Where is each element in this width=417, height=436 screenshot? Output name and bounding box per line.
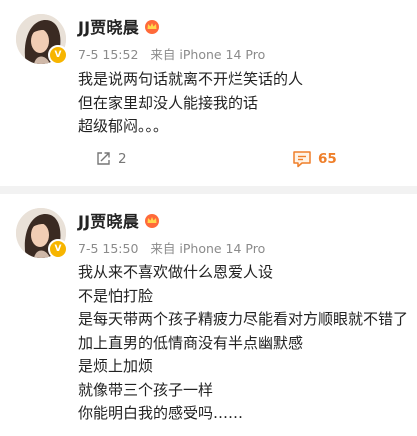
share-icon [97,152,110,165]
crown-icon [144,20,159,34]
content-line: 不是怕打脸 [78,286,154,305]
verified-badge-icon: V [48,45,68,65]
content-line: 是每天带两个孩子精疲力尽能看对方顺眼就不错了 [78,310,409,328]
verified-badge-icon: V [48,239,68,259]
content-line: 你能明白我的感受吗…… [78,404,244,422]
crown-icon [144,214,159,228]
avatar[interactable]: V [16,14,68,65]
content-line: 我从来不喜欢做什么恩爱人设 [78,263,274,281]
content-line: 就像带三个孩子一样 [78,380,214,399]
author-row: JJ贾晓晨 [78,14,161,38]
post-source: 来自 iPhone 14 Pro [150,241,266,256]
comment-icon [293,151,311,168]
content-line: 但在家里却没人能接我的话 [78,93,259,112]
content-line: 是烦上加烦 [78,357,154,375]
post-time: 7-5 15:52 [78,47,139,62]
post-meta: 7-5 15:50 来自 iPhone 14 Pro [78,238,265,257]
author-name[interactable]: JJ贾晓晨 [78,14,139,38]
weibo-post[interactable]: V JJ贾晓晨 7-5 15:52 来自 iPhone 14 Pro 我是说两句… [0,0,417,186]
post-time: 7-5 15:50 [78,241,139,256]
author-row: JJ贾晓晨 [78,208,161,232]
post-separator [0,186,417,194]
comment-count: 65 [318,151,337,167]
content-line: 加上直男的低情商没有半点幽默感 [78,333,304,352]
weibo-post[interactable]: V JJ贾晓晨 7-5 15:50 来自 iPhone 14 Pro 我从来不喜… [0,194,417,436]
post-content: 我是说两句话就离不开烂笑话的人 但在家里却没人能接我的话 超级郁闷。。。 [78,68,408,139]
content-line: 超级郁闷。。。 [78,117,169,135]
content-line: 我是说两句话就离不开烂笑话的人 [78,70,304,88]
comment-button[interactable]: 65 [292,150,337,168]
action-bar: 2 65 [78,150,408,172]
post-meta: 7-5 15:52 来自 iPhone 14 Pro [78,44,265,63]
share-button[interactable]: 2 [95,150,127,167]
avatar[interactable]: V [16,208,68,259]
author-name[interactable]: JJ贾晓晨 [78,208,139,232]
post-source: 来自 iPhone 14 Pro [150,47,266,62]
share-count: 2 [118,150,127,167]
post-content: 我从来不喜欢做什么恩爱人设 不是怕打脸 是每天带两个孩子精疲力尽能看对方顺眼就不… [78,261,408,426]
